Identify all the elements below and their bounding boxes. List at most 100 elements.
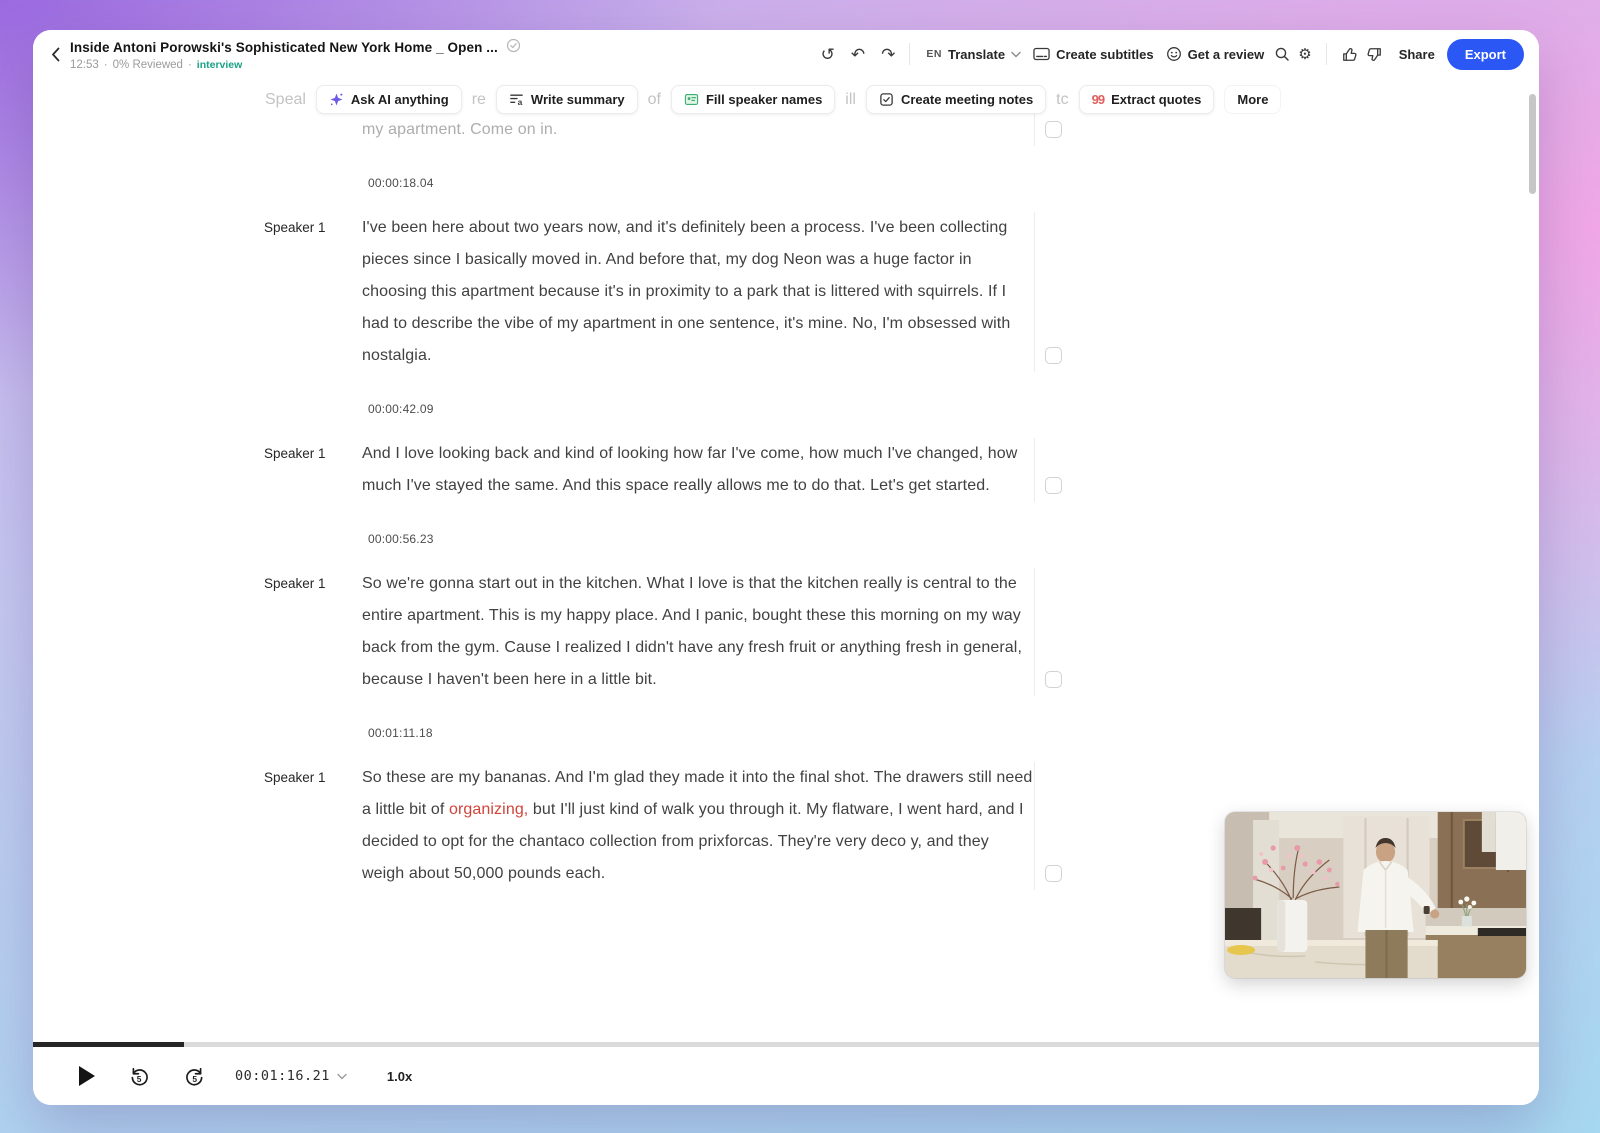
transcript-paragraph[interactable]: So we're gonna start out in the kitchen.…: [362, 568, 1034, 696]
transcript-row: Speaker 1 So we're gonna start out in th…: [264, 568, 1094, 696]
paragraph-checkbox[interactable]: [1045, 347, 1062, 364]
ask-ai-button[interactable]: Ask AI anything: [316, 85, 462, 114]
chevron-down-icon: [337, 1073, 347, 1080]
timecode-button[interactable]: 00:01:16.21: [235, 1068, 347, 1084]
obscured-text-fragment: tc: [1056, 91, 1068, 109]
speaker-label[interactable]: Speaker 1: [264, 762, 362, 890]
playback-progress-bar[interactable]: [33, 1042, 1539, 1047]
translate-button[interactable]: EN Translate: [920, 43, 1027, 66]
desktop-background: Inside Antoni Porowski's Sophisticated N…: [0, 0, 1600, 1133]
interview-tag[interactable]: interview: [197, 59, 243, 71]
get-review-label: Get a review: [1188, 47, 1265, 62]
meta-dot: ·: [104, 59, 108, 71]
thumbs-up-icon: [1341, 46, 1358, 63]
fill-speaker-names-button[interactable]: Fill speaker names: [671, 85, 835, 114]
get-review-button[interactable]: Get a review: [1160, 42, 1271, 66]
scrollbar-thumb[interactable]: [1529, 94, 1536, 194]
paragraph-checkbox[interactable]: [1045, 121, 1062, 138]
timestamp[interactable]: 00:00:18.04: [368, 176, 1094, 190]
svg-text:5: 5: [137, 1074, 142, 1084]
undo-button[interactable]: ↶: [847, 44, 869, 65]
speaker-label[interactable]: Speaker 1: [264, 568, 362, 696]
redo-button[interactable]: ↷: [877, 44, 899, 65]
playback-speed-button[interactable]: 1.0x: [387, 1069, 412, 1084]
share-button[interactable]: Share: [1393, 43, 1441, 66]
transcript-line[interactable]: my apartment. Come on in.: [362, 114, 1034, 146]
title-block: Inside Antoni Porowski's Sophisticated N…: [70, 38, 521, 71]
redo-icon: ↷: [881, 46, 895, 63]
obscured-text-fragment: re: [472, 91, 486, 109]
more-button[interactable]: More: [1224, 85, 1281, 114]
player-controls: 5 5 00:01:16.21 1.0x: [33, 1047, 1539, 1105]
create-meeting-notes-button[interactable]: Create meeting notes: [866, 85, 1046, 114]
sparkle-icon: [329, 92, 344, 107]
paragraph-checkbox[interactable]: [1045, 477, 1062, 494]
version-history-button[interactable]: ↺: [817, 44, 839, 65]
document-title: Inside Antoni Porowski's Sophisticated N…: [70, 40, 498, 55]
highlighted-word[interactable]: organizing,: [449, 801, 528, 818]
chevron-down-icon: [1011, 51, 1021, 58]
create-subtitles-button[interactable]: Create subtitles: [1027, 43, 1160, 66]
thumbs-down-button[interactable]: [1362, 44, 1387, 65]
transcript-paragraph[interactable]: And I love looking back and kind of look…: [362, 438, 1034, 502]
meeting-notes-icon: [879, 92, 894, 107]
paragraph-gutter: [1034, 568, 1086, 696]
divider: [909, 43, 910, 65]
paragraph-checkbox[interactable]: [1045, 865, 1062, 882]
sync-status-icon: [506, 38, 521, 58]
skip-back-5-icon: 5: [129, 1066, 150, 1087]
write-summary-button[interactable]: a Write summary: [496, 85, 638, 114]
create-meeting-notes-label: Create meeting notes: [901, 92, 1033, 107]
undo-icon: ↶: [851, 46, 865, 63]
export-button[interactable]: Export: [1447, 39, 1524, 70]
timestamp[interactable]: 00:01:11.18: [368, 726, 1094, 740]
meta-dot: ·: [188, 59, 192, 71]
quotes-icon: 99: [1092, 92, 1104, 107]
subtitles-icon: [1033, 47, 1050, 61]
gear-icon: ⚙: [1298, 47, 1311, 62]
smiley-icon: [1166, 46, 1182, 62]
timestamp[interactable]: 00:00:42.09: [368, 402, 1094, 416]
translate-label: Translate: [948, 47, 1005, 62]
reviewed-label: 0% Reviewed: [113, 59, 183, 71]
duration-label: 12:53: [70, 59, 99, 71]
play-button[interactable]: [75, 1064, 99, 1088]
transcript: my apartment. Come on in. 00:00:18.04 Sp…: [264, 114, 1094, 890]
video-preview[interactable]: [1225, 812, 1526, 978]
transcript-row-partial: my apartment. Come on in.: [264, 114, 1094, 146]
divider: [1326, 43, 1327, 65]
document-meta: 12:53 · 0% Reviewed · interview: [70, 59, 521, 71]
svg-text:a: a: [518, 97, 523, 107]
create-subtitles-label: Create subtitles: [1056, 47, 1154, 62]
progress-fill: [33, 1042, 184, 1047]
skip-forward-5-button[interactable]: 5: [180, 1064, 209, 1089]
paragraph-gutter: [1034, 212, 1086, 372]
ai-toolbar: Speal Ask AI anything re a Write summary…: [265, 85, 1281, 114]
more-label: More: [1237, 92, 1268, 107]
obscured-text-fragment: Speal: [265, 91, 306, 109]
speaker-label[interactable]: Speaker 1: [264, 212, 362, 372]
search-button[interactable]: [1270, 44, 1294, 64]
back-button[interactable]: [47, 45, 64, 64]
fill-speaker-names-label: Fill speaker names: [706, 92, 822, 107]
current-timecode: 00:01:16.21: [235, 1068, 330, 1084]
thumbs-down-icon: [1366, 46, 1383, 63]
svg-text:5: 5: [192, 1074, 197, 1084]
paragraph-checkbox[interactable]: [1045, 671, 1062, 688]
extract-quotes-button[interactable]: 99 Extract quotes: [1079, 85, 1215, 114]
ask-ai-label: Ask AI anything: [351, 92, 449, 107]
speaker-cell: [264, 114, 362, 146]
obscured-text-fragment: of: [648, 91, 661, 109]
paragraph-gutter: [1034, 762, 1086, 890]
settings-button[interactable]: ⚙: [1294, 45, 1315, 64]
chevron-left-icon: [51, 47, 60, 62]
skip-forward-5-icon: 5: [184, 1066, 205, 1087]
skip-back-5-button[interactable]: 5: [125, 1064, 154, 1089]
thumbs-up-button[interactable]: [1337, 44, 1362, 65]
speaker-names-icon: [684, 92, 699, 107]
app-window: Inside Antoni Porowski's Sophisticated N…: [33, 30, 1539, 1105]
transcript-paragraph[interactable]: I've been here about two years now, and …: [362, 212, 1034, 372]
speaker-label[interactable]: Speaker 1: [264, 438, 362, 502]
timestamp[interactable]: 00:00:56.23: [368, 532, 1094, 546]
transcript-paragraph[interactable]: So these are my bananas. And I'm glad th…: [362, 762, 1034, 890]
